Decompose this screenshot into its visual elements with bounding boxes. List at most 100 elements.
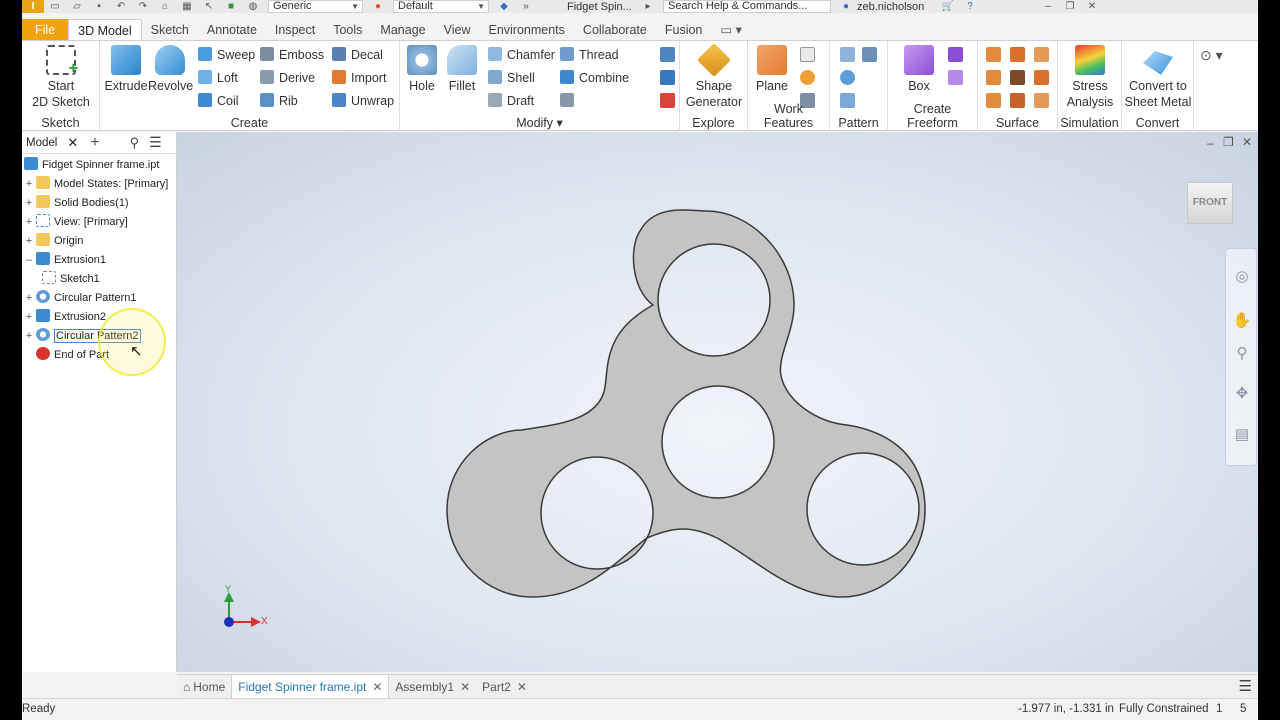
expand-icon[interactable]: ▸ bbox=[641, 1, 655, 12]
close-tab-icon[interactable]: ✕ bbox=[372, 675, 382, 699]
axis-icon[interactable] bbox=[800, 47, 815, 62]
tree-item-model-states[interactable]: + Model States: [Primary] bbox=[24, 175, 168, 194]
close-window-icon[interactable]: ✕ bbox=[1085, 1, 1099, 12]
tree-item-end-of-part[interactable]: End of Part bbox=[24, 346, 109, 365]
rectangular-pattern-icon[interactable] bbox=[840, 47, 855, 62]
tree-item-origin[interactable]: + Origin bbox=[24, 232, 83, 251]
shape-generator-button[interactable]: Shape Generator bbox=[682, 43, 746, 110]
tab-file[interactable]: File bbox=[22, 19, 69, 41]
mirror-icon[interactable] bbox=[862, 47, 877, 62]
shell-button[interactable]: Shell bbox=[488, 68, 535, 88]
tab-3d-model[interactable]: 3D Model bbox=[68, 19, 142, 41]
tab-menu-icon[interactable]: ☰ bbox=[1239, 677, 1252, 695]
ruled-surface-icon[interactable] bbox=[1034, 70, 1049, 85]
cart-icon[interactable]: 🛒 bbox=[941, 1, 955, 12]
import-button[interactable]: Import bbox=[332, 68, 386, 88]
unwrap-button[interactable]: Unwrap bbox=[332, 91, 394, 111]
expand-icon[interactable]: + bbox=[24, 175, 34, 194]
tab-environments[interactable]: Environments bbox=[479, 19, 573, 41]
chamfer-button[interactable]: Chamfer bbox=[488, 45, 555, 65]
appearance-dropdown[interactable]: Generic ▼ bbox=[268, 0, 363, 13]
expand-icon[interactable]: + bbox=[24, 194, 34, 213]
hole-button[interactable]: Hole bbox=[402, 45, 442, 94]
rib-button[interactable]: Rib bbox=[260, 91, 298, 111]
thread-button[interactable]: Thread bbox=[560, 45, 619, 65]
tab-view[interactable]: View bbox=[435, 19, 480, 41]
trim-icon[interactable] bbox=[986, 70, 1001, 85]
open-folder-icon[interactable]: ▱ bbox=[70, 1, 84, 12]
expand-icon[interactable]: + bbox=[24, 289, 34, 308]
modify-panel-title[interactable]: Modify ▾ bbox=[400, 115, 679, 130]
ribbon-options-icon[interactable]: ⊙ ▾ bbox=[1200, 47, 1223, 64]
material-dropdown[interactable]: Default ▼ bbox=[393, 0, 489, 13]
derive-button[interactable]: Derive bbox=[260, 68, 315, 88]
redo-icon[interactable]: ↷ bbox=[136, 1, 150, 12]
fillet-button[interactable]: Fillet bbox=[442, 45, 482, 94]
sculpt-icon[interactable] bbox=[986, 93, 1001, 108]
expand-icon[interactable]: + bbox=[24, 213, 34, 232]
tree-item-extrusion1[interactable]: – Extrusion1 bbox=[24, 251, 106, 270]
graphics-viewport[interactable]: – ❐ ✕ FRONT ◎ ✋ ⚲ ✥ ▤ Y X bbox=[177, 132, 1258, 672]
patch-icon[interactable] bbox=[1034, 47, 1049, 62]
menu-icon[interactable]: ☰ bbox=[149, 134, 162, 151]
sweep-button[interactable]: Sweep bbox=[198, 45, 255, 65]
restore-icon[interactable]: ❐ bbox=[1063, 1, 1077, 12]
tab-model[interactable]: Model bbox=[22, 132, 61, 154]
home-icon[interactable]: ⌂ bbox=[158, 1, 172, 12]
panel-options-icon[interactable]: ▭ ▾ bbox=[711, 19, 751, 41]
freeform-convert-icon[interactable] bbox=[948, 70, 963, 85]
freeform-edit-icon[interactable] bbox=[948, 47, 963, 62]
combine-button[interactable]: Combine bbox=[560, 68, 629, 88]
replace-face-icon[interactable] bbox=[1034, 93, 1049, 108]
tree-root-part[interactable]: Fidget Spinner frame.ipt bbox=[24, 156, 159, 175]
add-browser-icon[interactable]: + bbox=[90, 134, 99, 152]
tab-collaborate[interactable]: Collaborate bbox=[574, 19, 656, 41]
stitch-icon[interactable] bbox=[1010, 47, 1025, 62]
tab-annotate[interactable]: Annotate bbox=[198, 19, 266, 41]
decal-button[interactable]: Decal bbox=[332, 45, 383, 65]
more-icon[interactable]: » bbox=[519, 1, 533, 12]
revolve-button[interactable]: Revolve bbox=[148, 45, 193, 94]
tab-sketch[interactable]: Sketch bbox=[142, 19, 198, 41]
close-tab-icon[interactable]: ✕ bbox=[460, 675, 470, 699]
sketch-pattern-icon[interactable] bbox=[840, 93, 855, 108]
tab-manage[interactable]: Manage bbox=[371, 19, 434, 41]
loft-button[interactable]: Loft bbox=[198, 68, 238, 88]
point-icon[interactable] bbox=[800, 70, 815, 85]
spinner-body[interactable] bbox=[446, 209, 926, 598]
tree-item-view[interactable]: + View: [Primary] bbox=[24, 213, 128, 232]
search-icon[interactable]: ⚲ bbox=[130, 135, 140, 151]
extrude-button[interactable]: Extrude bbox=[104, 45, 148, 94]
doc-tab-home[interactable]: ⌂ Home bbox=[177, 675, 231, 699]
tree-item-solid-bodies[interactable]: + Solid Bodies(1) bbox=[24, 194, 129, 213]
user-name[interactable]: zeb.nicholson bbox=[857, 1, 937, 13]
user-icon[interactable]: ● bbox=[839, 1, 853, 12]
tab-fusion[interactable]: Fusion bbox=[656, 19, 712, 41]
doc-tab-part2[interactable]: Part2 ✕ bbox=[476, 675, 533, 699]
update-icon[interactable]: ▦ bbox=[180, 1, 194, 12]
tab-tools[interactable]: Tools bbox=[324, 19, 371, 41]
app-logo-icon[interactable]: I bbox=[22, 0, 44, 13]
tree-item-circular-pattern1[interactable]: + Circular Pattern1 bbox=[24, 289, 137, 308]
coil-button[interactable]: Coil bbox=[198, 91, 239, 111]
stress-analysis-button[interactable]: Stress Analysis bbox=[1060, 45, 1120, 110]
move-face-icon[interactable] bbox=[660, 70, 675, 85]
boundary-patch-icon[interactable] bbox=[1010, 93, 1025, 108]
emboss-button[interactable]: Emboss bbox=[260, 45, 324, 65]
start-sketch-button[interactable]: + Start 2D Sketch bbox=[26, 45, 96, 110]
tree-item-sketch1[interactable]: Sketch1 bbox=[40, 270, 100, 289]
expand-icon[interactable]: + bbox=[24, 308, 34, 327]
thicken-icon[interactable] bbox=[986, 47, 1001, 62]
minimize-icon[interactable]: – bbox=[1041, 1, 1055, 12]
green-flag-icon[interactable]: ■ bbox=[224, 1, 238, 12]
collapse-icon[interactable]: – bbox=[24, 251, 34, 270]
fidget-spinner-model[interactable] bbox=[177, 132, 1258, 672]
new-file-icon[interactable]: ▭ bbox=[48, 1, 62, 12]
tab-inspect[interactable]: Inspect bbox=[266, 19, 324, 41]
adjust-icon[interactable]: ◆ bbox=[497, 1, 511, 12]
circular-pattern-icon[interactable] bbox=[840, 70, 855, 85]
undo-icon[interactable]: ↶ bbox=[114, 1, 128, 12]
doc-tab-fidget-spinner[interactable]: Fidget Spinner frame.ipt ✕ bbox=[231, 674, 390, 699]
split-icon[interactable] bbox=[660, 47, 675, 62]
close-browser-icon[interactable]: ✕ bbox=[67, 135, 78, 151]
